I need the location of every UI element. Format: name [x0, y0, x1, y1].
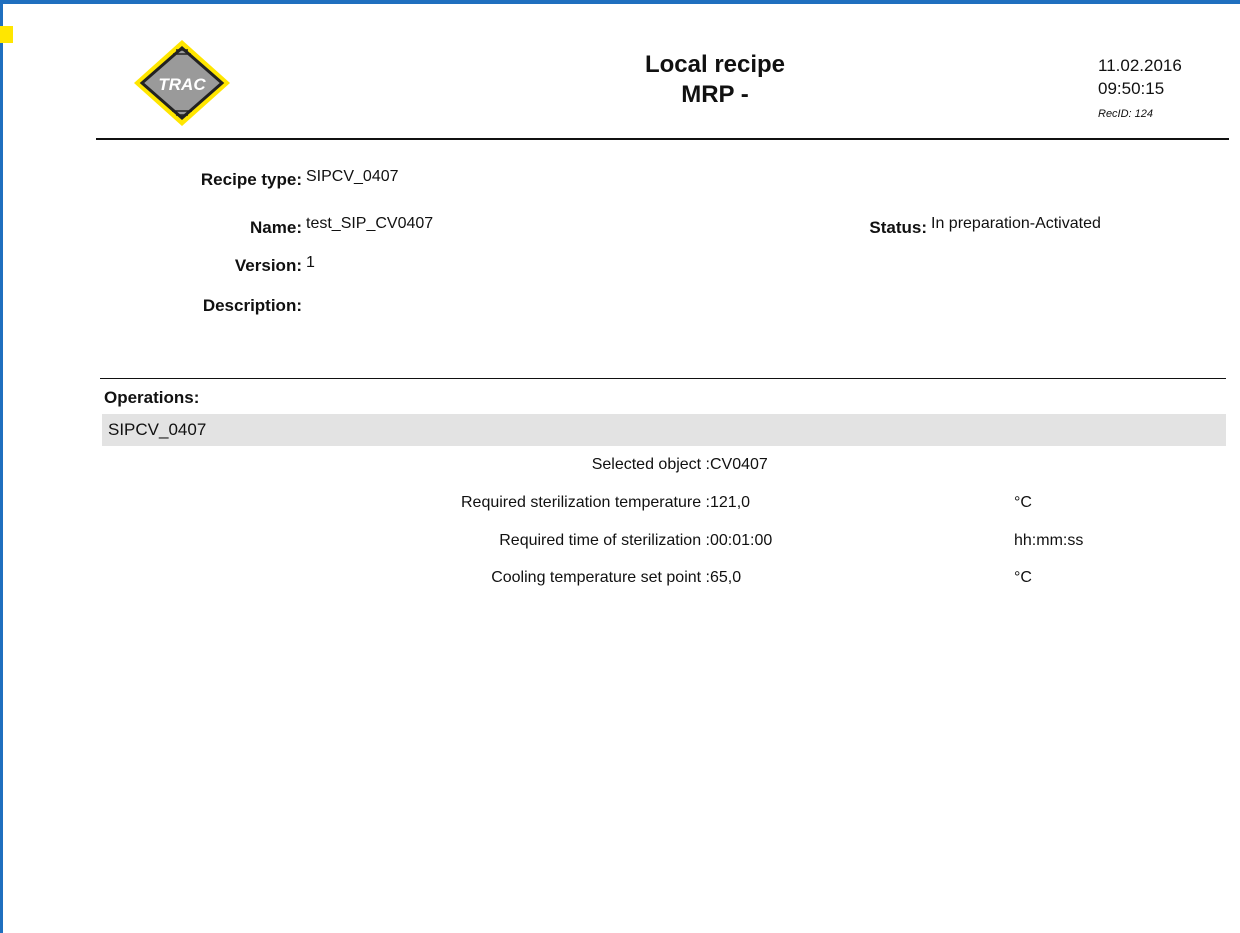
- report-date: 11.02.2016: [1098, 56, 1182, 75]
- param-unit: hh:mm:ss: [1014, 532, 1084, 549]
- corner-marker: [0, 26, 13, 43]
- param-value: 121,0: [710, 494, 751, 511]
- param-unit: °C: [1014, 494, 1032, 511]
- param-unit: °C: [1014, 569, 1032, 586]
- param-label: Required time of sterilization :: [499, 532, 710, 549]
- rec-id: RecID: 124: [1098, 108, 1154, 120]
- param-value: 65,0: [710, 569, 742, 586]
- param-value: CV0407: [710, 456, 768, 473]
- operation-name: SIPCV_0407: [108, 420, 207, 439]
- title-line-1: Local recipe: [644, 51, 786, 78]
- operation-row: SIPCV_0407: [102, 414, 1226, 446]
- param-label: Required sterilization temperature :: [460, 494, 710, 511]
- title-line-2: MRP -: [681, 81, 749, 108]
- report-title: Local recipe MRP -: [560, 50, 870, 110]
- description-label: Description:: [202, 296, 302, 315]
- param-label: Cooling temperature set point :: [491, 569, 710, 586]
- name-value: test_SIP_CV0407: [306, 215, 434, 232]
- status-value: In preparation-Activated: [931, 215, 1101, 232]
- recipe-type-label: Recipe type:: [200, 170, 302, 189]
- operations-title: Operations:: [104, 388, 200, 407]
- version-label: Version:: [234, 256, 302, 275]
- logo-text: TRAC: [158, 75, 206, 94]
- version-value: 1: [306, 254, 315, 271]
- param-value: 00:01:00: [710, 532, 773, 549]
- param-label: Selected object :: [591, 456, 710, 473]
- report-datetime: 11.02.2016 09:50:15: [1098, 54, 1182, 100]
- report-time: 09:50:15: [1098, 79, 1165, 98]
- recipe-type-value: SIPCV_0407: [306, 168, 399, 185]
- operations-divider: [100, 378, 1226, 379]
- header-divider: [96, 138, 1229, 140]
- trac-logo: TRAC: [132, 38, 232, 128]
- status-label: Status:: [869, 218, 927, 237]
- name-label: Name:: [250, 218, 302, 237]
